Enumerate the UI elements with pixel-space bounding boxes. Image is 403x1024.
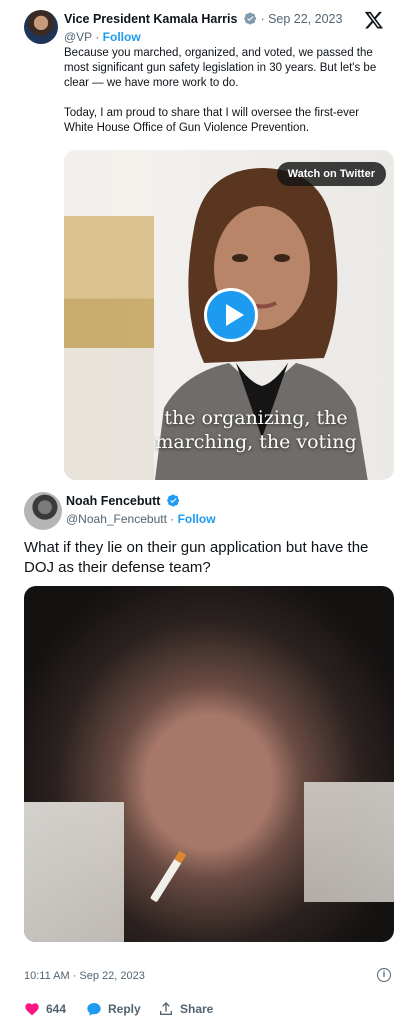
author-name[interactable]: Noah Fencebutt	[66, 494, 160, 508]
info-icon[interactable]: i	[377, 968, 391, 982]
video-player[interactable]: Watch on Twitter the organizing, the mar…	[64, 150, 394, 480]
heart-icon	[25, 1003, 39, 1016]
play-icon[interactable]	[204, 288, 258, 342]
like-button[interactable]: 644	[24, 999, 66, 1019]
handle-separator: ·	[91, 30, 103, 44]
photo-detail	[304, 782, 394, 902]
watch-on-twitter-button[interactable]: Watch on Twitter	[276, 162, 386, 186]
share-button[interactable]: Share	[158, 999, 213, 1019]
photo-detail	[24, 802, 124, 942]
author-name-row: Noah Fencebutt	[66, 494, 180, 508]
share-label: Share	[180, 1002, 214, 1016]
caption-line: marching, the voting	[155, 431, 357, 453]
quoted-tweet-header: Vice President Kamala Harris · Sep 22, 2…	[64, 12, 342, 27]
reply-label: Reply	[108, 1002, 141, 1016]
author-handle-row: @VP · Follow	[64, 30, 141, 44]
text-paragraph: Today, I am proud to share that I will o…	[64, 107, 360, 134]
author-handle-row: @Noah_Fencebutt · Follow	[66, 512, 216, 526]
reply-bubble-icon	[87, 1003, 101, 1016]
author-handle[interactable]: @VP	[64, 30, 92, 44]
text-paragraph: Because you marched, organized, and vote…	[64, 47, 377, 89]
avatar[interactable]	[24, 10, 58, 44]
like-count: 644	[46, 1002, 67, 1016]
tweet-photo[interactable]	[24, 586, 394, 942]
post-date[interactable]: Sep 22, 2023	[268, 12, 342, 26]
quoted-tweet-text: Because you marched, organized, and vote…	[64, 46, 388, 136]
follow-button[interactable]: Follow	[178, 512, 216, 526]
follow-button[interactable]: Follow	[103, 30, 141, 44]
quoted-tweet[interactable]: Vice President Kamala Harris · Sep 22, 2…	[12, 0, 394, 482]
author-name[interactable]: Vice President Kamala Harris	[64, 12, 237, 26]
handle-separator: ·	[166, 512, 178, 526]
main-tweet: Noah Fencebutt @Noah_Fencebutt · Follow …	[0, 482, 403, 1024]
tweet-timestamp[interactable]: 10:11 AM · Sep 22, 2023	[24, 970, 145, 982]
video-caption: the organizing, the marching, the voting	[64, 406, 394, 454]
verified-gray-badge-icon	[244, 12, 257, 25]
photo-detail	[149, 857, 183, 903]
reply-button[interactable]: Reply	[86, 999, 141, 1019]
x-logo-icon[interactable]	[364, 10, 384, 30]
share-icon	[160, 1002, 172, 1015]
verified-badge-icon	[167, 494, 180, 507]
avatar[interactable]	[24, 492, 62, 530]
tweet-text: What if they lie on their gun applicatio…	[24, 539, 369, 576]
post-separator: ·	[260, 12, 269, 26]
author-handle[interactable]: @Noah_Fencebutt	[66, 512, 167, 526]
caption-line: the organizing, the	[164, 407, 348, 429]
